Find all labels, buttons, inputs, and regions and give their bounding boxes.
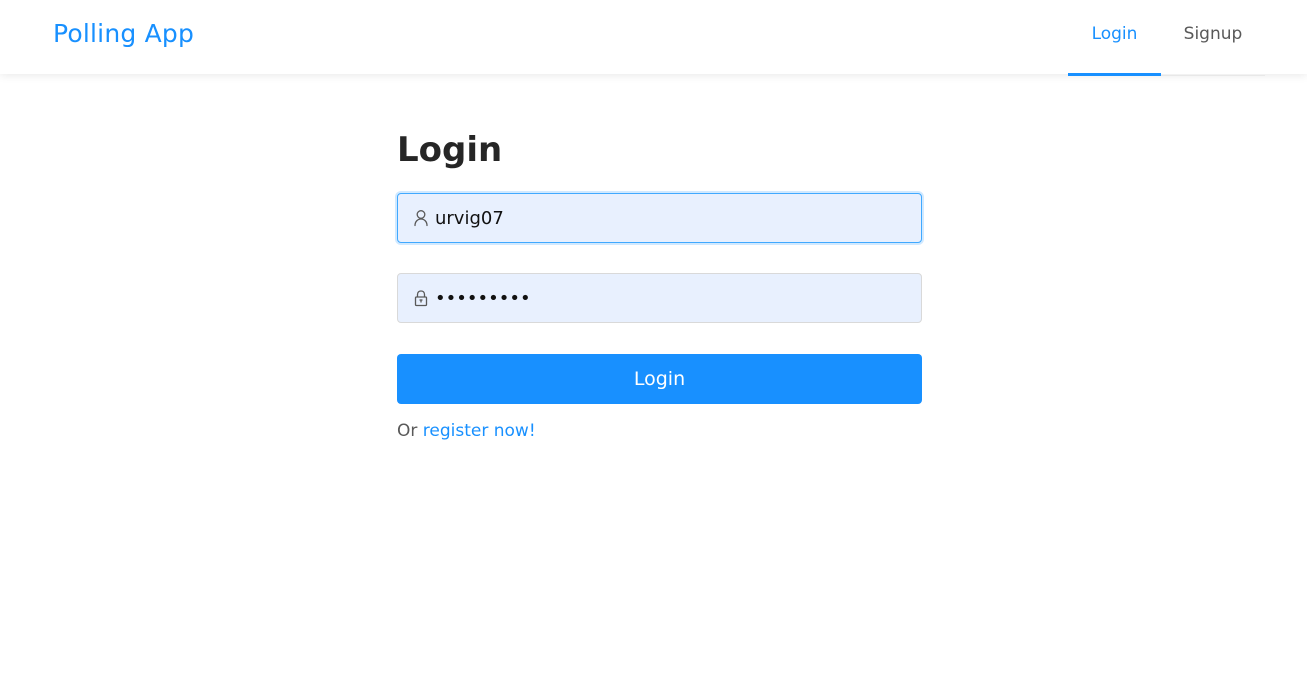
lock-icon bbox=[414, 290, 428, 307]
register-prefix: Or bbox=[397, 421, 418, 441]
login-button[interactable]: Login bbox=[397, 354, 922, 404]
username-field[interactable] bbox=[397, 193, 922, 243]
nav-item-login[interactable]: Login bbox=[1068, 0, 1161, 76]
password-field[interactable] bbox=[397, 273, 922, 323]
page-title: Login bbox=[397, 130, 503, 170]
app-header: Polling App Login Signup bbox=[0, 0, 1307, 76]
brand-link[interactable]: Polling App bbox=[53, 17, 194, 51]
password-input[interactable] bbox=[435, 274, 905, 322]
register-line: Or register now! bbox=[397, 420, 922, 442]
register-link[interactable]: register now! bbox=[423, 421, 536, 441]
user-icon bbox=[414, 210, 428, 227]
login-container: Login Login Or register now! bbox=[397, 120, 922, 442]
username-input[interactable] bbox=[435, 194, 905, 242]
nav-item-signup[interactable]: Signup bbox=[1167, 0, 1259, 76]
main-nav: Login Signup bbox=[1068, 0, 1265, 76]
